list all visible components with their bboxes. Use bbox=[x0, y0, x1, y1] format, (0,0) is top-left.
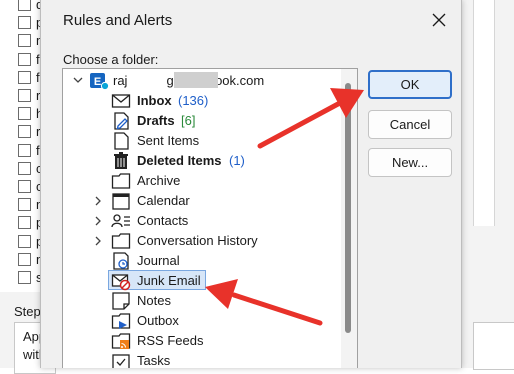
annotation-arrows bbox=[205, 88, 364, 326]
arrow-to-ok-button bbox=[257, 88, 364, 149]
arrow-to-junk-email bbox=[205, 279, 323, 326]
